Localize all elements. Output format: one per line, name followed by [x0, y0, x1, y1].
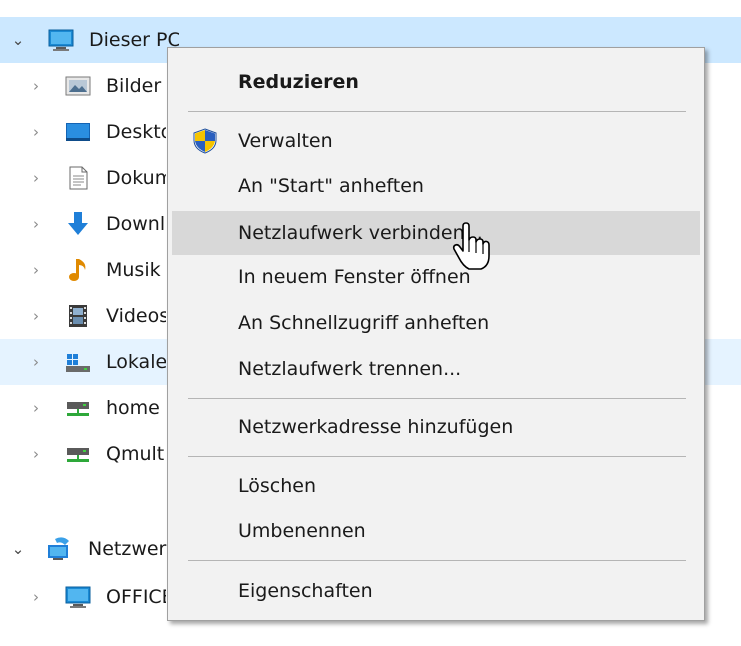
chevron-right-icon[interactable]: ›	[28, 122, 44, 142]
menu-item-netzlaufwerk-verbinden[interactable]: Netzlaufwerk verbinden...	[172, 211, 700, 255]
menu-item-netzwerkadresse-hinzufuegen[interactable]: Netzwerkadresse hinzufügen	[172, 408, 700, 446]
menu-item-reduzieren[interactable]: Reduzieren	[172, 63, 700, 101]
menu-item-label: In neuem Fenster öffnen	[238, 266, 471, 288]
menu-item-label: Umbenennen	[238, 520, 366, 542]
menu-item-an-start-anheften[interactable]: An "Start" anheften	[172, 167, 700, 205]
chevron-right-icon[interactable]: ›	[28, 214, 44, 234]
chevron-right-icon[interactable]: ›	[28, 260, 44, 280]
menu-item-label: Reduzieren	[238, 71, 359, 93]
tree-item-label: Desktop	[106, 121, 166, 143]
menu-item-eigenschaften[interactable]: Eigenschaften	[172, 572, 700, 610]
pc-icon	[48, 29, 74, 51]
chevron-right-icon[interactable]: ›	[28, 444, 44, 464]
menu-item-label: Eigenschaften	[238, 580, 373, 602]
tree-item-label: Netzwerk	[88, 538, 168, 560]
menu-item-label: Netzlaufwerk verbinden...	[238, 222, 483, 244]
tree-item-label: Qmultimedia	[106, 443, 166, 465]
menu-separator	[188, 398, 686, 399]
tree-item-label: Lokaler Datenträger	[106, 351, 166, 373]
tree-item-label: Musik	[106, 259, 161, 281]
menu-item-label: An Schnellzugriff anheften	[238, 312, 490, 334]
local-drive-icon	[66, 354, 90, 372]
tree-item-label: Downloads	[106, 213, 166, 235]
menu-separator	[188, 456, 686, 457]
tree-item-label: home	[106, 397, 160, 419]
network-drive-icon	[67, 448, 89, 462]
menu-item-label: Löschen	[238, 475, 316, 497]
chevron-down-icon[interactable]: ⌄	[10, 30, 26, 50]
chevron-right-icon[interactable]: ›	[28, 352, 44, 372]
menu-separator	[188, 560, 686, 561]
menu-item-label: Verwalten	[238, 130, 333, 152]
menu-item-an-schnellzugriff-anheften[interactable]: An Schnellzugriff anheften	[172, 304, 700, 342]
tree-item-label: Videos	[106, 305, 166, 327]
tree-item-label: Dokumente	[106, 167, 166, 189]
chevron-right-icon[interactable]: ›	[28, 587, 44, 607]
menu-separator	[188, 111, 686, 112]
tree-item-label: OFFICE	[106, 586, 166, 608]
hand-cursor-icon	[452, 222, 490, 270]
chevron-down-icon[interactable]: ⌄	[10, 539, 26, 559]
menu-item-label: An "Start" anheften	[238, 175, 424, 197]
network-drive-icon	[67, 402, 89, 416]
tree-item-label: Dieser PC	[89, 29, 179, 51]
menu-item-in-neuem-fenster-oeffnen[interactable]: In neuem Fenster öffnen	[172, 258, 700, 296]
menu-item-label: Netzlaufwerk trennen...	[238, 358, 462, 380]
network-icon	[48, 537, 69, 560]
chevron-right-icon[interactable]: ›	[28, 168, 44, 188]
menu-item-loeschen[interactable]: Löschen	[172, 467, 700, 505]
desktop-folder-icon	[66, 123, 90, 141]
context-menu: Reduzieren Verwalten An "Start" anheften…	[167, 47, 705, 621]
menu-item-verwalten[interactable]: Verwalten	[172, 122, 700, 160]
chevron-right-icon[interactable]: ›	[28, 76, 44, 96]
music-folder-icon	[69, 259, 86, 281]
documents-folder-icon	[69, 166, 88, 190]
menu-item-label: Netzwerkadresse hinzufügen	[238, 416, 514, 438]
pictures-folder-icon	[65, 76, 91, 96]
videos-folder-icon	[69, 305, 87, 327]
tree-item-label: Bilder	[106, 75, 162, 97]
downloads-folder-icon	[68, 212, 88, 235]
uac-shield-icon	[193, 128, 217, 154]
chevron-right-icon[interactable]: ›	[28, 306, 44, 326]
menu-item-netzlaufwerk-trennen[interactable]: Netzlaufwerk trennen...	[172, 350, 700, 388]
computer-icon	[65, 586, 91, 608]
chevron-right-icon[interactable]: ›	[28, 398, 44, 418]
menu-item-umbenennen[interactable]: Umbenennen	[172, 512, 700, 550]
